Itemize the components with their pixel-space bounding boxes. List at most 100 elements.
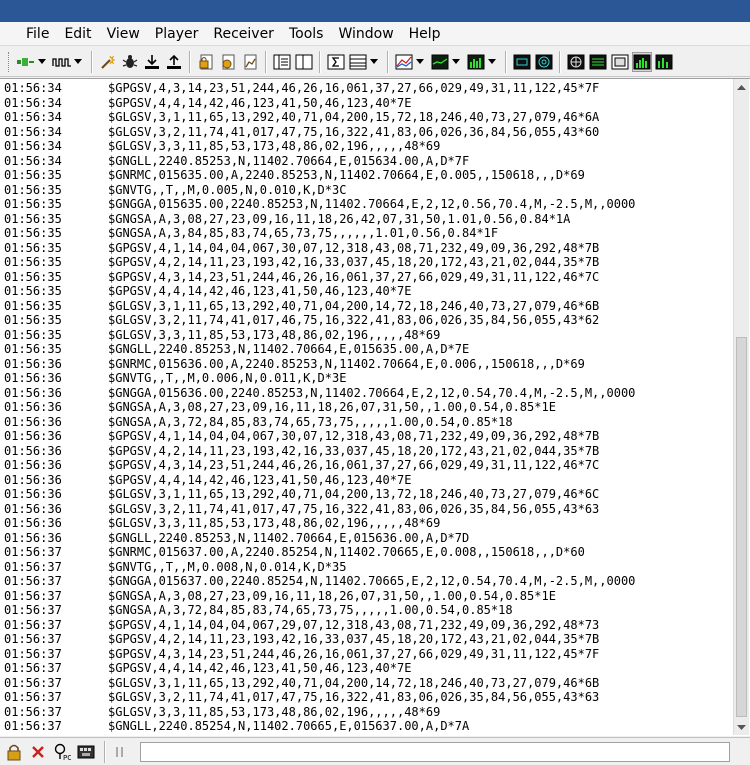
log-timestamp: 01:56:34 <box>4 95 62 110</box>
status-input-field[interactable] <box>140 741 730 762</box>
pause-icon[interactable] <box>110 742 130 762</box>
log-message: $GNGSA,A,3,72,84,85,83,74,65,73,75,,,,,1… <box>108 414 513 429</box>
log-line: 01:56:35 $GNGGA,015635.00,2240.85253,N,11… <box>4 197 726 212</box>
log-message: $GLGSV,3,2,11,74,41,017,47,75,16,322,41,… <box>108 124 600 139</box>
log-timestamp: 01:56:34 <box>4 153 62 168</box>
pc-connection-icon[interactable]: PC <box>52 742 72 762</box>
log-message: $GPGSV,4,3,14,23,51,244,46,26,16,061,37,… <box>108 269 600 284</box>
log-message: $GLGSV,3,1,11,65,13,292,40,71,04,200,15,… <box>108 110 600 124</box>
log-message: $GNGGA,015637.00,2240.85254,N,11402.7066… <box>108 574 636 588</box>
lock-icon[interactable] <box>196 52 216 72</box>
log-message: $GNGGA,015636.00,2240.85253,N,11402.7066… <box>108 385 636 400</box>
log-message: $GLGSV,3,2,11,74,41,017,47,75,16,322,41,… <box>108 501 600 516</box>
menu-player[interactable]: Player <box>155 24 199 44</box>
bar-dropdown-icon[interactable] <box>487 52 497 72</box>
log-timestamp: 01:56:35 <box>4 168 62 182</box>
log-timestamp: 01:56:36 <box>4 487 62 501</box>
log-message: $GLGSV,3,3,11,85,53,173,48,86,02,196,,,,… <box>108 327 441 342</box>
log-timestamp: 01:56:37 <box>4 574 62 588</box>
log-timestamp: 01:56:35 <box>4 298 62 313</box>
settings-icon[interactable] <box>218 52 238 72</box>
log-line: 01:56:37 $GLGSV,3,1,11,65,13,292,40,71,04… <box>4 676 726 691</box>
log-line: 01:56:35 $GPGSV,4,3,14,23,51,244,46,26,16… <box>4 270 726 285</box>
menu-receiver[interactable]: Receiver <box>213 24 274 44</box>
log-line: 01:56:35 $GLGSV,3,1,11,65,13,292,40,71,04… <box>4 299 726 314</box>
scroll-up-icon[interactable] <box>734 79 749 95</box>
sum-icon[interactable] <box>326 52 346 72</box>
menu-file[interactable]: File <box>26 24 49 44</box>
log-line: 01:56:36 $GPGSV,4,4,14,42,46,123,41,50,46… <box>4 473 726 488</box>
connect-icon[interactable] <box>16 52 36 72</box>
log-line: 01:56:35 $GPGSV,4,2,14,11,23,193,42,16,33… <box>4 255 726 270</box>
debug-bug-icon[interactable] <box>120 52 140 72</box>
log-timestamp: 01:56:36 <box>4 371 62 385</box>
menu-view[interactable]: View <box>107 24 140 44</box>
toolbar-grip[interactable] <box>8 51 12 72</box>
toolbar <box>0 47 750 77</box>
log-message: $GNGGA,015635.00,2240.85253,N,11402.7066… <box>108 197 636 211</box>
log-line: 01:56:36 $GNRMC,015636.00,A,2240.85253,N,… <box>4 357 726 372</box>
satellite-view-icon[interactable] <box>512 52 532 72</box>
search-icon[interactable] <box>98 52 118 72</box>
vertical-scrollbar[interactable] <box>733 79 749 735</box>
message-view-icon[interactable] <box>566 52 586 72</box>
nmea-wave-icon[interactable] <box>52 52 72 72</box>
log-message: $GLGSV,3,1,11,65,13,292,40,71,04,200,14,… <box>108 675 600 690</box>
scroll-down-icon[interactable] <box>734 719 749 735</box>
log-timestamp: 01:56:36 <box>4 385 62 400</box>
log-line: 01:56:36 $GLGSV,3,1,11,65,13,292,40,71,04… <box>4 487 726 502</box>
log-message: $GLGSV,3,2,11,74,41,017,47,75,16,322,41,… <box>108 690 600 704</box>
log-message: $GNVTG,,T,,M,0.008,N,0.014,K,D*35 <box>108 559 347 574</box>
table-icon[interactable] <box>348 52 368 72</box>
packet-icon[interactable] <box>588 52 608 72</box>
log-line: 01:56:36 $GLGSV,3,3,11,85,53,173,48,86,02… <box>4 516 726 531</box>
signal-line-icon[interactable] <box>430 52 450 72</box>
wave-dropdown-icon[interactable] <box>73 52 83 72</box>
nmea-log-view[interactable]: 01:56:34 $GPGSV,4,3,14,23,51,244,46,26,16… <box>0 78 750 736</box>
log-timestamp: 01:56:36 <box>4 530 62 545</box>
menu-window[interactable]: Window <box>338 24 393 44</box>
menu-tools[interactable]: Tools <box>289 24 324 44</box>
table-dropdown-icon[interactable] <box>369 52 379 72</box>
level-icon[interactable] <box>632 51 652 72</box>
log-line: 01:56:37 $GNGSA,A,3,72,84,85,83,74,65,73,… <box>4 603 726 618</box>
compass-icon[interactable] <box>534 52 554 72</box>
split-view-icon[interactable] <box>272 52 292 72</box>
lock-icon[interactable] <box>4 742 24 762</box>
port-icon[interactable] <box>76 742 96 762</box>
title-bar <box>0 0 750 22</box>
log-lines: 01:56:34 $GPGSV,4,3,14,23,51,244,46,26,16… <box>4 81 726 733</box>
signal-dropdown-icon[interactable] <box>451 52 461 72</box>
log-message: $GNGSA,A,3,84,85,83,74,65,73,75,,,,,,1.0… <box>108 226 499 240</box>
panel-view-icon[interactable] <box>294 52 314 72</box>
toolbar-separator <box>559 50 561 73</box>
log-timestamp: 01:56:34 <box>4 110 62 124</box>
graph-icon[interactable] <box>394 52 414 72</box>
statistics-icon[interactable] <box>654 52 674 72</box>
scrollbar-thumb[interactable] <box>736 337 747 717</box>
log-message: $GLGSV,3,3,11,85,53,173,48,86,02,196,,,,… <box>108 516 441 530</box>
log-message: $GNGSA,A,3,08,27,23,09,16,11,18,26,07,31… <box>108 400 556 414</box>
log-line: 01:56:36 $GNGSA,A,3,08,27,23,09,16,11,18,… <box>4 400 726 415</box>
status-separator <box>104 740 106 763</box>
chart-icon[interactable] <box>240 52 260 72</box>
close-icon[interactable] <box>28 742 48 762</box>
grid-icon[interactable] <box>610 52 630 72</box>
menu-bar: File Edit View Player Receiver Tools Win… <box>0 22 750 46</box>
log-message: $GPGSV,4,3,14,23,51,244,46,26,16,061,37,… <box>108 458 600 472</box>
log-line: 01:56:37 $GPGSV,4,2,14,11,23,193,42,16,33… <box>4 632 726 647</box>
bar-chart-icon[interactable] <box>466 52 486 72</box>
log-timestamp: 01:56:34 <box>4 81 62 95</box>
log-line: 01:56:37 $GLGSV,3,3,11,85,53,173,48,86,02… <box>4 705 726 720</box>
log-line: 01:56:37 $GLGSV,3,2,11,74,41,017,47,75,16… <box>4 690 726 705</box>
log-message: $GPGSV,4,3,14,23,51,244,46,26,16,061,37,… <box>108 646 600 661</box>
log-message: $GPGSV,4,2,14,11,23,193,42,16,33,037,45,… <box>108 632 600 646</box>
log-timestamp: 01:56:35 <box>4 226 62 240</box>
graph-dropdown-icon[interactable] <box>415 52 425 72</box>
download-icon[interactable] <box>142 52 162 72</box>
connect-dropdown-icon[interactable] <box>37 52 47 72</box>
upload-icon[interactable] <box>164 52 184 72</box>
log-message: $GLGSV,3,1,11,65,13,292,40,71,04,200,14,… <box>108 298 600 313</box>
menu-help[interactable]: Help <box>409 24 441 44</box>
menu-edit[interactable]: Edit <box>64 24 91 44</box>
